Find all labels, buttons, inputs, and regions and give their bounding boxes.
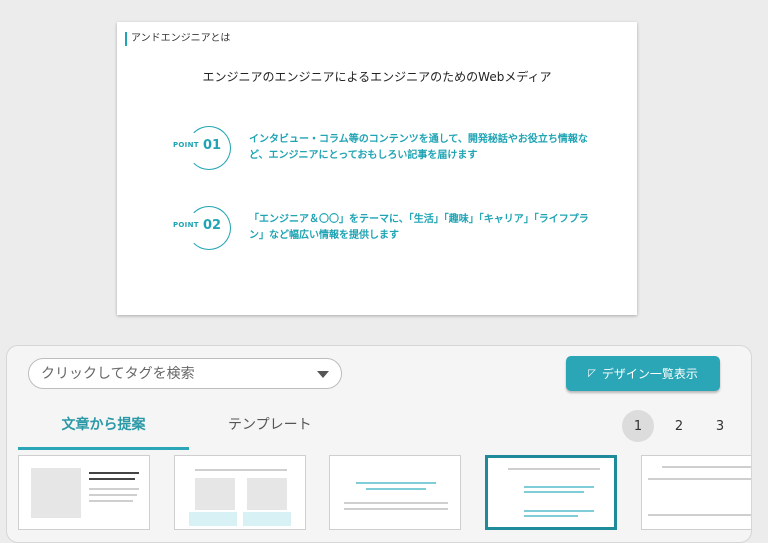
suggestion-panel: ◸ デザイン一覧表示 文章から提案 テンプレート 1 2 3 [6,345,752,543]
slide-thumbnail-selected[interactable] [485,455,617,530]
point-number: 01 [203,138,222,153]
point-text-2: 「エンジニア＆〇〇」をテーマに、「生活」「趣味」「キャリア」「ライフプラン」など… [249,214,589,241]
slide-preview[interactable]: アンドエンジニアとは エンジニアのエンジニアによるエンジニアのためのWebメディ… [117,22,637,315]
page-button-1[interactable]: 1 [622,410,654,442]
tag-search[interactable] [28,358,342,389]
slide-thumbnail[interactable] [18,455,150,530]
design-list-button-label: デザイン一覧表示 [601,367,698,381]
point-word: POINT [173,141,199,149]
point-text-1: インタビュー・コラム等のコンテンツを通して、開発秘話やお役立ち情報など、エンジニ… [249,134,588,161]
design-list-button[interactable]: ◸ デザイン一覧表示 [566,356,720,391]
chevron-down-icon[interactable] [317,371,329,378]
pencil-icon: ◸ [588,368,596,379]
slide-thumbnail[interactable] [174,455,306,530]
point-word: POINT [173,221,199,229]
slide-label: アンドエンジニアとは [125,32,230,46]
point-badge-2: POINT 02 [173,206,233,250]
page-button-2[interactable]: 2 [663,410,695,442]
tag-search-input[interactable] [41,363,301,385]
point-badge-1: POINT 01 [173,126,233,170]
point-number: 02 [203,218,222,233]
slide-thumbnail[interactable] [641,455,751,530]
slide-title: エンジニアのエンジニアによるエンジニアのためのWebメディア [202,70,552,84]
slide-thumbnail[interactable] [329,455,461,530]
tab-template[interactable]: テンプレート [228,410,312,434]
tab-text-suggest[interactable]: 文章から提案 [18,410,189,450]
page-button-3[interactable]: 3 [704,410,736,442]
